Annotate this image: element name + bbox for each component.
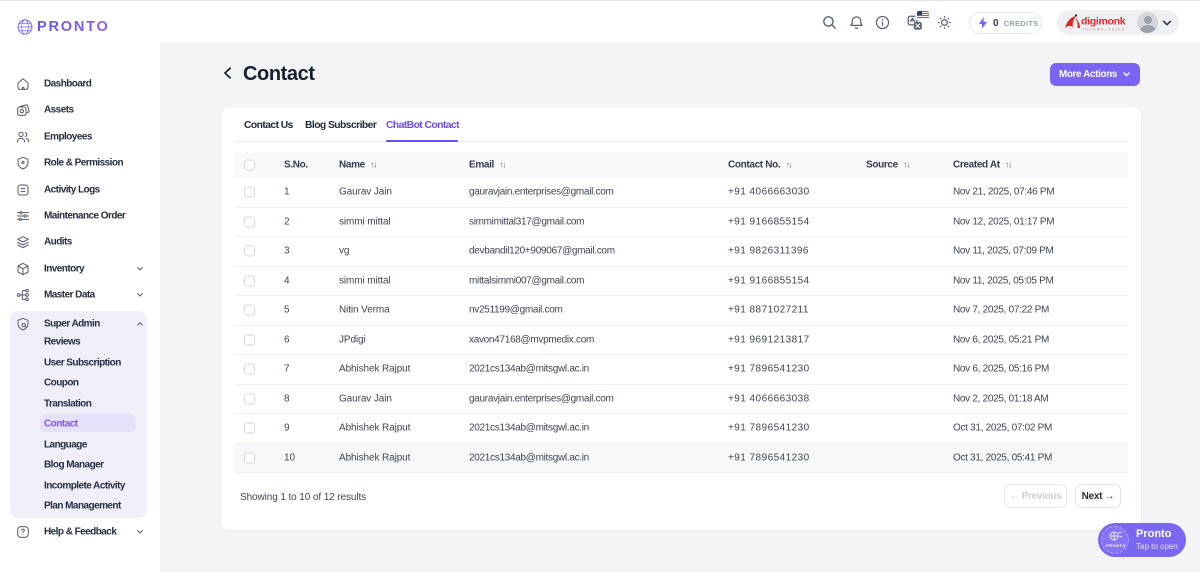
- svg-text:digimonk: digimonk: [1081, 16, 1126, 28]
- svg-text:TECHNOLOGIES: TECHNOLOGIES: [1082, 28, 1125, 32]
